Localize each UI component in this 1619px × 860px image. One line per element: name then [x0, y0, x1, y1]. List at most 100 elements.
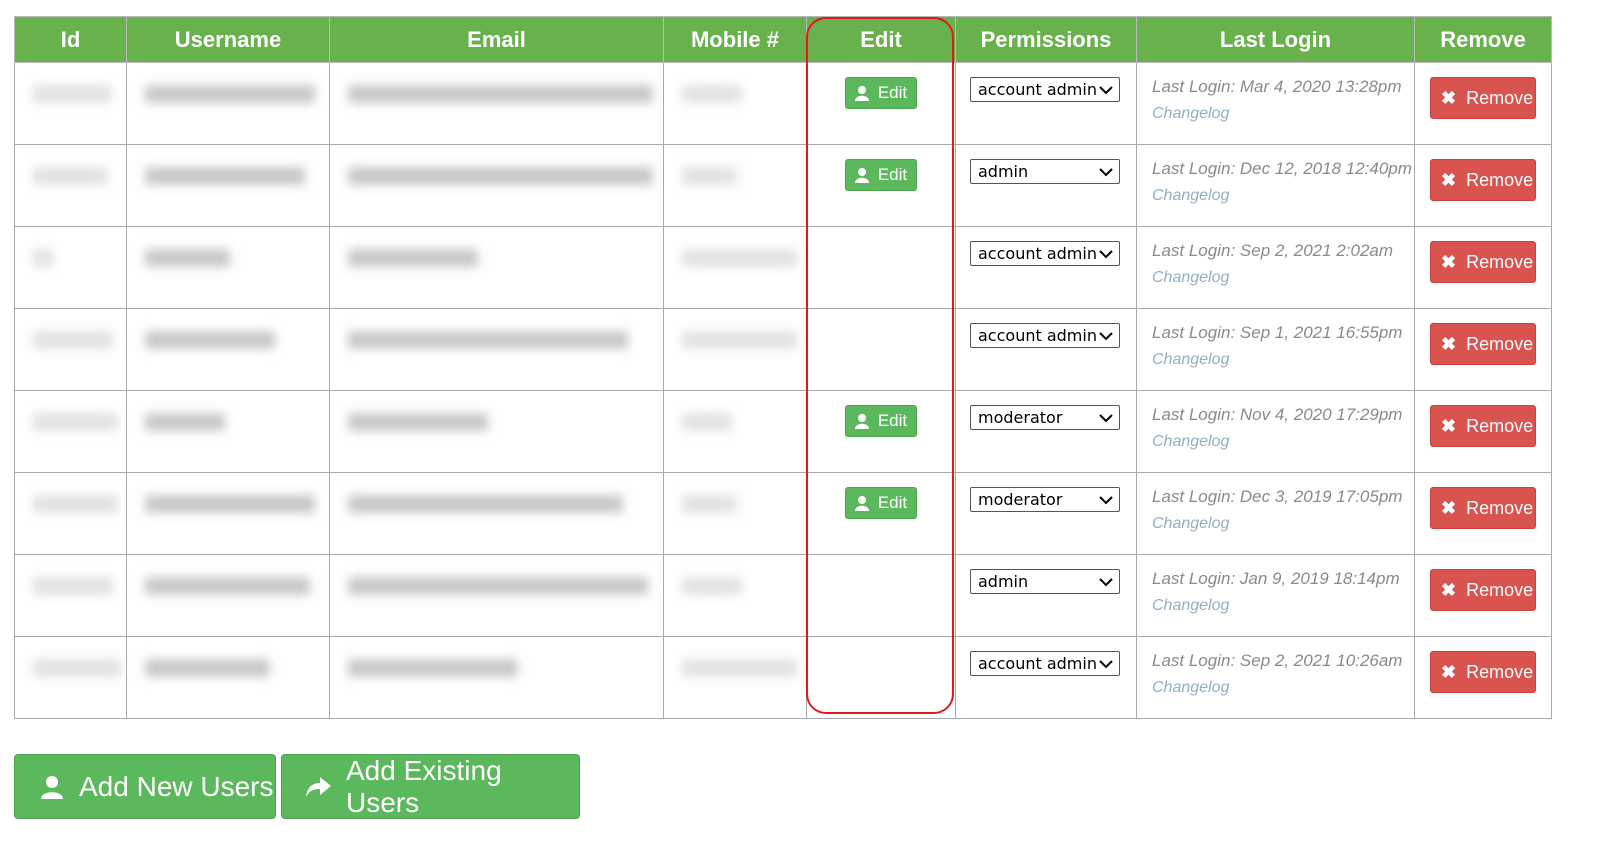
id-cell [14, 554, 127, 637]
edit-button[interactable]: Edit [844, 405, 918, 437]
mobile-cell [663, 144, 807, 227]
remove-label: Remove [1466, 579, 1534, 600]
email-cell [329, 636, 664, 719]
id-cell [14, 472, 127, 555]
edit-cell: Edit [806, 62, 956, 145]
add-new-users-button[interactable]: Add New Users [14, 754, 276, 819]
close-icon: ✖ [1441, 333, 1457, 354]
permission-select[interactable]: admin [970, 159, 1120, 184]
header-permissions: Permissions [955, 16, 1137, 63]
changelog-link[interactable]: Changelog [1152, 351, 1229, 369]
last-login-cell: Last Login: Nov 4, 2020 17:29pm Changelog [1136, 390, 1415, 473]
username-cell [126, 554, 330, 637]
edit-button[interactable]: Edit [844, 77, 918, 109]
redacted-value [348, 577, 648, 595]
permission-value: account admin [978, 326, 1097, 345]
edit-label: Edit [877, 493, 908, 512]
redacted-value [348, 249, 478, 267]
remove-label: Remove [1466, 415, 1534, 436]
permission-select[interactable]: account admin [970, 651, 1120, 676]
redacted-value [348, 331, 628, 349]
redacted-value [348, 85, 653, 103]
chevron-down-icon [1099, 167, 1113, 177]
redacted-value [145, 167, 305, 185]
remove-label: Remove [1466, 333, 1534, 354]
remove-button[interactable]: ✖ Remove [1430, 159, 1536, 201]
add-existing-users-button[interactable]: Add Existing Users [281, 754, 580, 819]
permission-select[interactable]: moderator [970, 487, 1120, 512]
close-icon: ✖ [1441, 251, 1457, 272]
changelog-link[interactable]: Changelog [1152, 187, 1229, 205]
redacted-value [145, 331, 275, 349]
edit-button[interactable]: Edit [844, 159, 918, 191]
edit-label: Edit [877, 411, 908, 430]
redacted-value [348, 413, 488, 431]
add-new-users-label: Add New Users [79, 770, 274, 802]
table-row: account admin Last Login: Sep 2, 2021 10:… [14, 636, 1552, 719]
redacted-value [145, 495, 315, 513]
mobile-cell [663, 636, 807, 719]
redacted-value [682, 249, 797, 267]
permission-select[interactable]: account admin [970, 241, 1120, 266]
username-cell [126, 62, 330, 145]
id-cell [14, 62, 127, 145]
edit-button[interactable]: Edit [844, 487, 918, 519]
redacted-value [33, 249, 53, 267]
changelog-link[interactable]: Changelog [1152, 679, 1229, 697]
last-login-text: Last Login: Sep 2, 2021 2:02am [1152, 241, 1394, 260]
remove-cell: ✖ Remove [1414, 472, 1552, 555]
redacted-value [348, 659, 518, 677]
edit-cell: Edit [806, 390, 956, 473]
permissions-cell: moderator [955, 472, 1137, 555]
redacted-value [348, 495, 623, 513]
remove-button[interactable]: ✖ Remove [1430, 323, 1536, 365]
id-cell [14, 636, 127, 719]
edit-label: Edit [877, 165, 908, 184]
permissions-cell: admin [955, 554, 1137, 637]
close-icon: ✖ [1441, 497, 1457, 518]
last-login-cell: Last Login: Dec 12, 2018 12:40pm Changelo… [1136, 144, 1415, 227]
remove-button[interactable]: ✖ Remove [1430, 241, 1536, 283]
redacted-value [682, 167, 737, 185]
edit-label: Edit [877, 83, 908, 102]
changelog-link[interactable]: Changelog [1152, 515, 1229, 533]
permission-select[interactable]: account admin [970, 77, 1120, 102]
chevron-down-icon [1099, 413, 1113, 423]
permission-select[interactable]: account admin [970, 323, 1120, 348]
redacted-value [682, 85, 742, 103]
table-row: account admin Last Login: Sep 1, 2021 16:… [14, 308, 1552, 391]
changelog-link[interactable]: Changelog [1152, 105, 1229, 123]
last-login-text: Last Login: Sep 1, 2021 16:55pm [1152, 323, 1403, 342]
redacted-value [348, 167, 653, 185]
table-row: Edit moderator Last Login: Nov 4, 2020 17:… [14, 390, 1552, 473]
redacted-value [33, 331, 113, 349]
email-cell [329, 554, 664, 637]
remove-cell: ✖ Remove [1414, 62, 1552, 145]
email-cell [329, 390, 664, 473]
mobile-cell [663, 554, 807, 637]
id-cell [14, 226, 127, 309]
remove-button[interactable]: ✖ Remove [1430, 651, 1536, 693]
close-icon: ✖ [1441, 415, 1457, 436]
id-cell [14, 308, 127, 391]
remove-button[interactable]: ✖ Remove [1430, 487, 1536, 529]
last-login-text: Last Login: Dec 12, 2018 12:40pm [1152, 159, 1412, 178]
redacted-value [33, 167, 108, 185]
edit-cell [806, 308, 956, 391]
email-cell [329, 308, 664, 391]
remove-button[interactable]: ✖ Remove [1430, 77, 1536, 119]
redacted-value [145, 413, 225, 431]
last-login-cell: Last Login: Dec 3, 2019 17:05pm Changelog [1136, 472, 1415, 555]
permission-select[interactable]: admin [970, 569, 1120, 594]
redacted-value [145, 85, 315, 103]
changelog-link[interactable]: Changelog [1152, 597, 1229, 615]
close-icon: ✖ [1441, 169, 1457, 190]
header-mobile: Mobile # [663, 16, 807, 63]
last-login-text: Last Login: Nov 4, 2020 17:29pm [1152, 405, 1403, 424]
remove-button[interactable]: ✖ Remove [1430, 405, 1536, 447]
remove-button[interactable]: ✖ Remove [1430, 569, 1536, 611]
permission-select[interactable]: moderator [970, 405, 1120, 430]
changelog-link[interactable]: Changelog [1152, 433, 1229, 451]
redacted-value [33, 659, 121, 677]
changelog-link[interactable]: Changelog [1152, 269, 1229, 287]
